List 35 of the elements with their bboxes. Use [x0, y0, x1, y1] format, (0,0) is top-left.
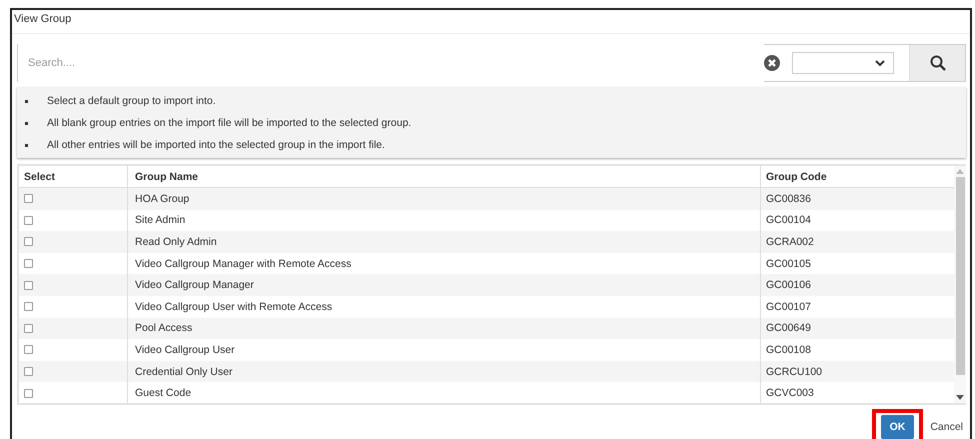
note-text: Select a default group to import into.: [47, 95, 216, 107]
scroll-down-icon[interactable]: [956, 395, 964, 400]
checkbox[interactable]: [24, 280, 33, 290]
clear-icon[interactable]: [764, 55, 780, 71]
checkbox[interactable]: [24, 237, 33, 246]
note-text: All other entries will be imported into the selected group in the import file.: [47, 139, 385, 151]
search-icon: [930, 55, 946, 71]
window-title: View Group: [12, 10, 970, 34]
ok-button[interactable]: OK: [880, 415, 914, 439]
search-field[interactable]: Search....: [17, 44, 966, 82]
column-header: Group Name: [127, 166, 760, 187]
bullet-icon: [25, 100, 28, 102]
chevron-down-icon: [875, 60, 885, 66]
table-cell: Credential Only User: [127, 360, 760, 382]
checkbox[interactable]: [24, 324, 33, 333]
table-cell: Guest Code: [127, 382, 760, 404]
filter-dropdown[interactable]: [792, 52, 894, 74]
scrollbar[interactable]: [954, 166, 966, 403]
table-cell: HOA Group: [127, 188, 760, 210]
table-cell: Pool Access: [127, 318, 760, 340]
checkbox[interactable]: [24, 216, 33, 225]
table-cell: Video Callgroup Manager: [127, 274, 760, 296]
checkbox[interactable]: [24, 388, 33, 398]
search-button[interactable]: [909, 45, 965, 81]
checkbox[interactable]: [24, 194, 33, 204]
checkbox[interactable]: [24, 345, 33, 354]
note-text: All blank group entries on the import file will be imported to the selected group.: [47, 117, 412, 129]
scroll-up-icon[interactable]: [956, 169, 964, 174]
checkbox[interactable]: [24, 302, 33, 312]
bullet-icon: [25, 122, 28, 124]
checkbox[interactable]: [24, 367, 33, 376]
table-cell: Read Only Admin: [127, 231, 760, 253]
checkbox[interactable]: [24, 259, 33, 268]
bullet-icon: [25, 144, 28, 146]
column-header: Select: [23, 170, 56, 184]
